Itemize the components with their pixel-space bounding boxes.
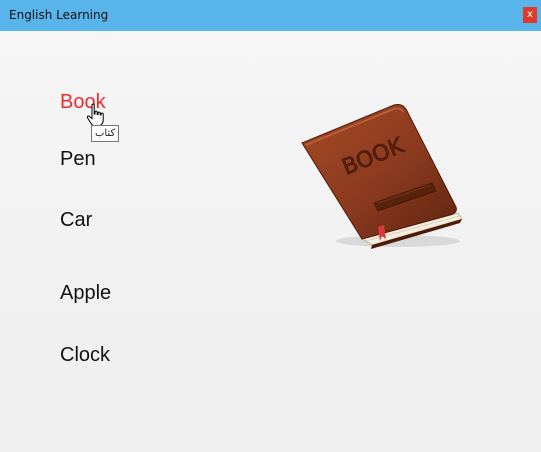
word-car[interactable]: Car: [60, 209, 92, 232]
title-bar[interactable]: English Learning x: [0, 0, 541, 31]
content-area: Book Pen Car Apple Clock کتاب BOOK: [0, 31, 541, 452]
close-button[interactable]: x: [523, 7, 537, 23]
word-clock[interactable]: Clock: [60, 344, 110, 367]
translation-tooltip: کتاب: [91, 125, 120, 142]
word-apple[interactable]: Apple: [60, 282, 111, 305]
book-icon: BOOK: [301, 104, 463, 249]
window-title: English Learning: [9, 8, 109, 22]
hand-cursor-icon: [86, 103, 104, 127]
word-pen[interactable]: Pen: [60, 148, 96, 171]
app-window: English Learning x Book Pen Car Apple Cl…: [0, 0, 541, 452]
